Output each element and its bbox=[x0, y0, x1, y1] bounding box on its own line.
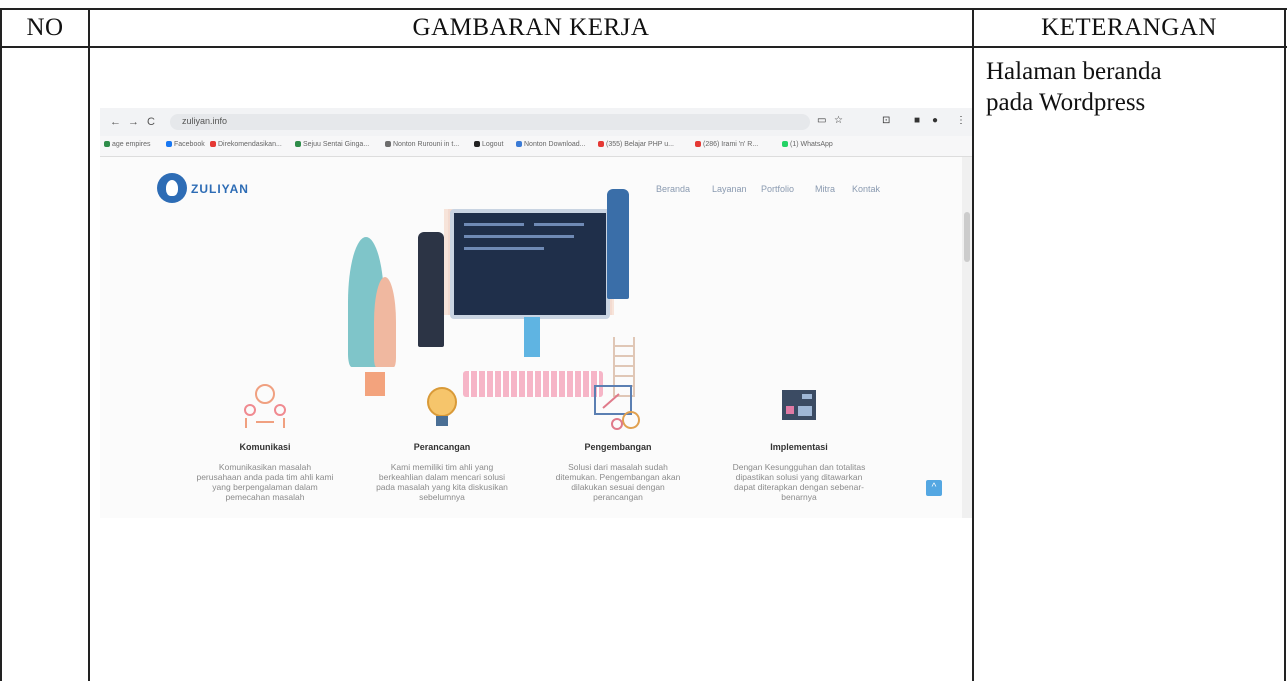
scroll-to-top-button[interactable]: ^ bbox=[926, 480, 942, 496]
bookmark-item[interactable]: Nonton Download... bbox=[516, 141, 585, 148]
site-logo-text[interactable]: ZULIYAN bbox=[191, 182, 249, 196]
keterangan-line: pada Wordpress bbox=[986, 89, 1146, 116]
website-screenshot: ← → C zuliyan.info ▭ ☆ ⊡ ■ ● ⋮ age empir… bbox=[100, 108, 972, 518]
code-screen-icon bbox=[782, 390, 816, 420]
browser-toolbar: ← → C zuliyan.info ▭ ☆ ⊡ ■ ● ⋮ bbox=[100, 108, 972, 136]
feature-description: Solusi dari masalah sudah ditemukan. Pen… bbox=[555, 462, 681, 502]
bookmark-item[interactable]: (1) WhatsApp bbox=[782, 141, 833, 148]
reload-icon[interactable]: C bbox=[147, 116, 155, 128]
profile-icon[interactable]: ● bbox=[932, 115, 938, 126]
settings-design-icon bbox=[594, 385, 640, 430]
bookmark-item[interactable]: Nonton Rurouni in t... bbox=[385, 141, 459, 148]
table-border-left bbox=[0, 8, 2, 681]
feature-implementasi: Implementasi Dengan Kesungguhan dan tota… bbox=[714, 382, 884, 502]
code-line bbox=[464, 247, 544, 250]
site-logo-icon[interactable] bbox=[157, 173, 187, 203]
bookmark-item[interactable]: (286) Irami 'n' R... bbox=[695, 141, 758, 148]
menu-icon[interactable]: ⋮ bbox=[956, 115, 966, 126]
feature-description: Kami memiliki tim ahli yang berkeahlian … bbox=[376, 462, 508, 502]
menu-beranda[interactable]: Beranda bbox=[656, 184, 690, 194]
feature-perancangan: Perancangan Kami memiliki tim ahli yang … bbox=[357, 382, 527, 502]
hero-person-left bbox=[418, 232, 444, 347]
address-url[interactable]: zuliyan.info bbox=[182, 116, 227, 126]
scrollbar-thumb[interactable] bbox=[964, 212, 970, 262]
bookmark-star-icon[interactable]: ☆ bbox=[834, 115, 843, 126]
keterangan-line: Halaman beranda bbox=[986, 58, 1162, 85]
bookmark-item[interactable]: Logout bbox=[474, 141, 503, 148]
bookmark-item[interactable]: age empires bbox=[104, 141, 151, 148]
sidepanel-icon[interactable]: ■ bbox=[914, 115, 920, 126]
hero-plant-leaf bbox=[374, 277, 396, 367]
menu-mitra[interactable]: Mitra bbox=[815, 184, 835, 194]
menu-portfolio[interactable]: Portfolio bbox=[761, 184, 794, 194]
header-no: NO bbox=[26, 14, 64, 41]
forward-icon[interactable]: → bbox=[128, 116, 139, 128]
header-keterangan: KETERANGAN bbox=[1041, 14, 1217, 41]
feature-description: Komunikasikan masalah perusahaan anda pa… bbox=[196, 462, 334, 502]
header-divider bbox=[0, 46, 1287, 48]
code-line bbox=[464, 235, 574, 238]
feature-title: Pengembangan bbox=[584, 442, 652, 452]
bookmark-item[interactable]: Facebook bbox=[166, 141, 205, 148]
back-icon[interactable]: ← bbox=[110, 116, 121, 128]
hero-person-right bbox=[607, 189, 629, 299]
code-line bbox=[464, 223, 524, 226]
work-table: NO GAMBARAN KERJA KETERANGAN Halaman ber… bbox=[0, 0, 1287, 681]
website-page: ZULIYAN Beranda Layanan Portfolio Mitra … bbox=[100, 157, 972, 518]
address-bar[interactable] bbox=[170, 114, 810, 130]
chevron-up-icon: ^ bbox=[931, 482, 937, 493]
column-divider-no bbox=[88, 8, 90, 681]
code-line bbox=[534, 223, 584, 226]
feature-komunikasi: Komunikasi Komunikasikan masalah perusah… bbox=[180, 382, 350, 502]
lightbulb-icon bbox=[427, 387, 457, 426]
bookmark-item[interactable]: Sejuu Sentai Ginga... bbox=[295, 141, 369, 148]
menu-kontak[interactable]: Kontak bbox=[852, 184, 880, 194]
table-border-right bbox=[1284, 8, 1286, 681]
bookmark-item[interactable]: Direkomendasikan... bbox=[210, 141, 282, 148]
menu-layanan[interactable]: Layanan bbox=[712, 184, 747, 194]
bookmark-item[interactable]: (355) Belajar PHP u... bbox=[598, 141, 674, 148]
keterangan-text: Halaman beranda pada Wordpress bbox=[986, 56, 1162, 118]
bookmarks-bar: age empires Facebook Direkomendasikan...… bbox=[100, 136, 972, 157]
feature-title: Komunikasi bbox=[239, 442, 291, 452]
hero-monitor bbox=[450, 209, 610, 319]
column-divider-keterangan bbox=[972, 8, 974, 681]
extensions-icon[interactable]: ⊡ bbox=[882, 115, 890, 126]
communication-icon bbox=[244, 384, 286, 428]
feature-description: Dengan Kesungguhan dan totalitas dipasti… bbox=[732, 462, 866, 502]
header-gambaran-kerja: GAMBARAN KERJA bbox=[412, 14, 650, 41]
feature-pengembangan: Pengembangan Solusi dari masalah sudah d… bbox=[533, 382, 703, 502]
translate-icon[interactable]: ▭ bbox=[817, 115, 826, 126]
feature-title: Implementasi bbox=[770, 442, 828, 452]
hero-monitor-stand bbox=[524, 317, 540, 357]
feature-title: Perancangan bbox=[413, 442, 471, 452]
